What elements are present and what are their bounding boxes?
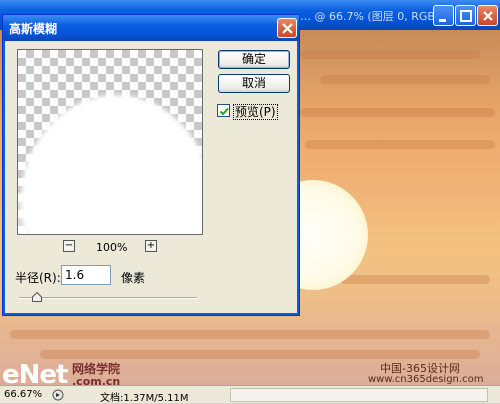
ok-button[interactable]: 确定 (218, 50, 290, 69)
site-watermark-url: www.cn365design.com (368, 374, 484, 385)
radius-unit: 像素 (121, 271, 146, 285)
maximize-icon (460, 10, 472, 22)
checkmark-icon (219, 107, 229, 116)
radius-slider-thumb-icon[interactable] (32, 292, 42, 302)
preview-blurred-sun (18, 95, 202, 234)
dialog-close-button[interactable] (277, 18, 297, 38)
zoom-in-button[interactable]: + (145, 240, 157, 252)
radius-input[interactable] (61, 265, 111, 285)
zoom-out-button[interactable]: − (63, 240, 75, 252)
dialog-titlebar[interactable]: 高斯模糊 (3, 15, 299, 41)
status-zoom[interactable]: 66.67% (4, 389, 42, 400)
gaussian-blur-dialog: 高斯模糊 − 100% + 确定 取消 预览(P) 半径(R): 像素 (2, 14, 300, 316)
status-menu-icon[interactable] (52, 389, 66, 401)
zoom-level: 100% (96, 241, 128, 254)
status-bar: 66.67% 文档:1.37M/5.11M (0, 385, 500, 404)
minimize-icon (439, 19, 446, 22)
preview-checkbox[interactable] (217, 104, 230, 117)
enet-logo: eNet 网络学院 .com.cn (2, 360, 121, 385)
dialog-title: 高斯模糊 (9, 22, 58, 36)
radius-slider-track[interactable] (19, 297, 197, 299)
document-title: … @ 66.7% (图层 0, RGB/8) (300, 10, 450, 23)
minimize-button[interactable] (433, 5, 454, 26)
close-icon (483, 11, 493, 21)
status-document-size: 文档:1.37M/5.11M (100, 393, 189, 404)
maximize-button[interactable] (455, 5, 476, 26)
close-icon (282, 23, 293, 34)
cancel-button[interactable]: 取消 (218, 74, 290, 93)
window-close-button[interactable] (477, 5, 498, 26)
preview-pane[interactable] (17, 49, 203, 235)
preview-checkbox-label[interactable]: 预览(P) (233, 103, 278, 120)
horizontal-scrollbar[interactable] (230, 388, 488, 402)
radius-label: 半径(R): (15, 271, 61, 285)
